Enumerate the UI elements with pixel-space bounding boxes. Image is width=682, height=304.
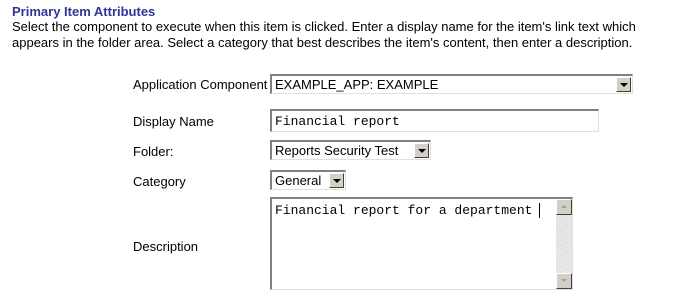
scroll-up-icon[interactable] [556, 199, 572, 215]
folder-select[interactable]: Reports Security Test [270, 140, 431, 160]
folder-label: Folder: [133, 144, 174, 159]
section-description-line-1: Select the component to execute when thi… [12, 19, 636, 34]
display-name-input[interactable]: Financial report [270, 109, 599, 132]
section-description: Select the component to execute when thi… [12, 19, 677, 51]
display-name-label: Display Name [133, 114, 214, 129]
chevron-down-icon[interactable] [329, 173, 344, 188]
text-caret [539, 203, 540, 218]
category-select[interactable]: General [270, 170, 346, 190]
application-component-value: EXAMPLE_APP: EXAMPLE [275, 77, 439, 92]
application-component-select[interactable]: EXAMPLE_APP: EXAMPLE [270, 74, 633, 94]
section-title: Primary Item Attributes [12, 4, 156, 19]
display-name-value: Financial report [275, 114, 400, 129]
scroll-down-icon[interactable] [556, 273, 572, 289]
description-label: Description [133, 239, 199, 254]
category-value: General [275, 173, 322, 188]
folder-value: Reports Security Test [275, 143, 399, 158]
chevron-down-icon[interactable] [414, 143, 429, 158]
description-value: Financial report for a department [275, 203, 533, 218]
application-component-label: Application Component [133, 77, 268, 92]
section-description-line-2: appears in the folder area. Select a cat… [12, 35, 633, 50]
category-label: Category [133, 174, 186, 189]
description-textarea[interactable]: Financial report for a department [270, 197, 573, 290]
description-scrollbar[interactable] [556, 199, 572, 289]
chevron-down-icon[interactable] [616, 77, 631, 92]
